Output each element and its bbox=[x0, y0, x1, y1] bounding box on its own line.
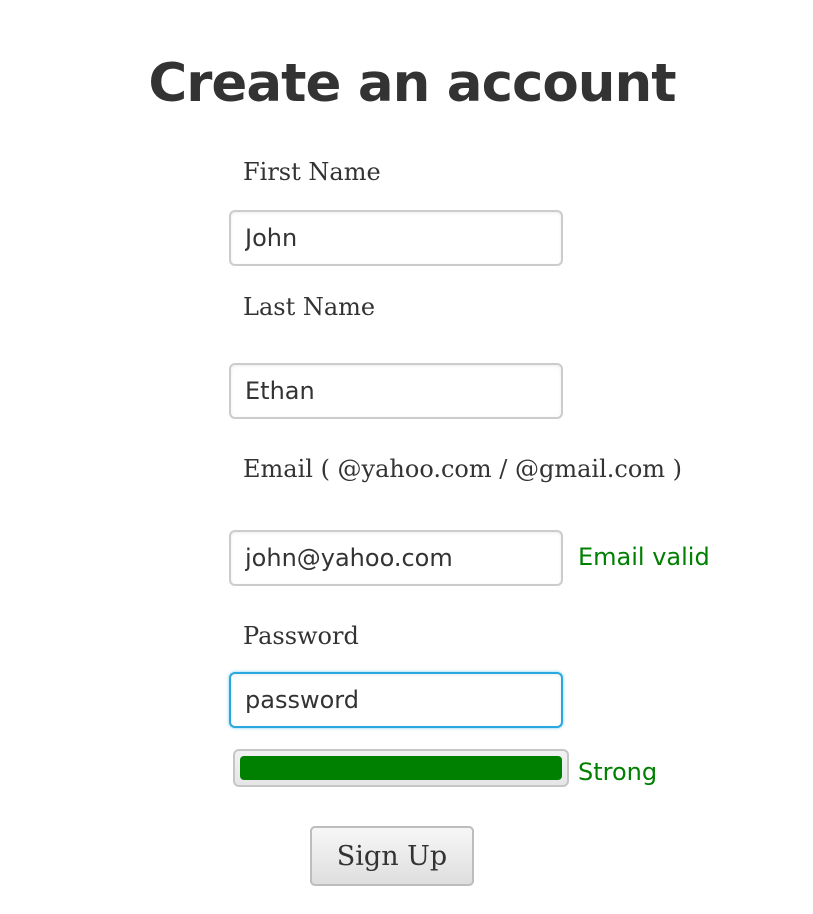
password-strength-label: Strong bbox=[578, 758, 658, 786]
password-strength-fill bbox=[240, 756, 562, 780]
password-strength-meter bbox=[233, 749, 569, 787]
password-field[interactable] bbox=[229, 672, 563, 728]
email-field[interactable] bbox=[229, 530, 563, 586]
first-name-label: First Name bbox=[243, 158, 381, 186]
signup-page: Create an account First Name Last Name E… bbox=[0, 0, 813, 914]
last-name-field[interactable] bbox=[229, 363, 563, 419]
sign-up-button[interactable]: Sign Up bbox=[310, 826, 474, 886]
first-name-field[interactable] bbox=[229, 210, 563, 266]
email-valid-status: Email valid bbox=[578, 543, 710, 571]
email-label: Email ( @yahoo.com / @gmail.com ) bbox=[243, 455, 683, 483]
password-label: Password bbox=[243, 622, 359, 650]
last-name-label: Last Name bbox=[243, 293, 376, 321]
page-title: Create an account bbox=[148, 53, 676, 114]
